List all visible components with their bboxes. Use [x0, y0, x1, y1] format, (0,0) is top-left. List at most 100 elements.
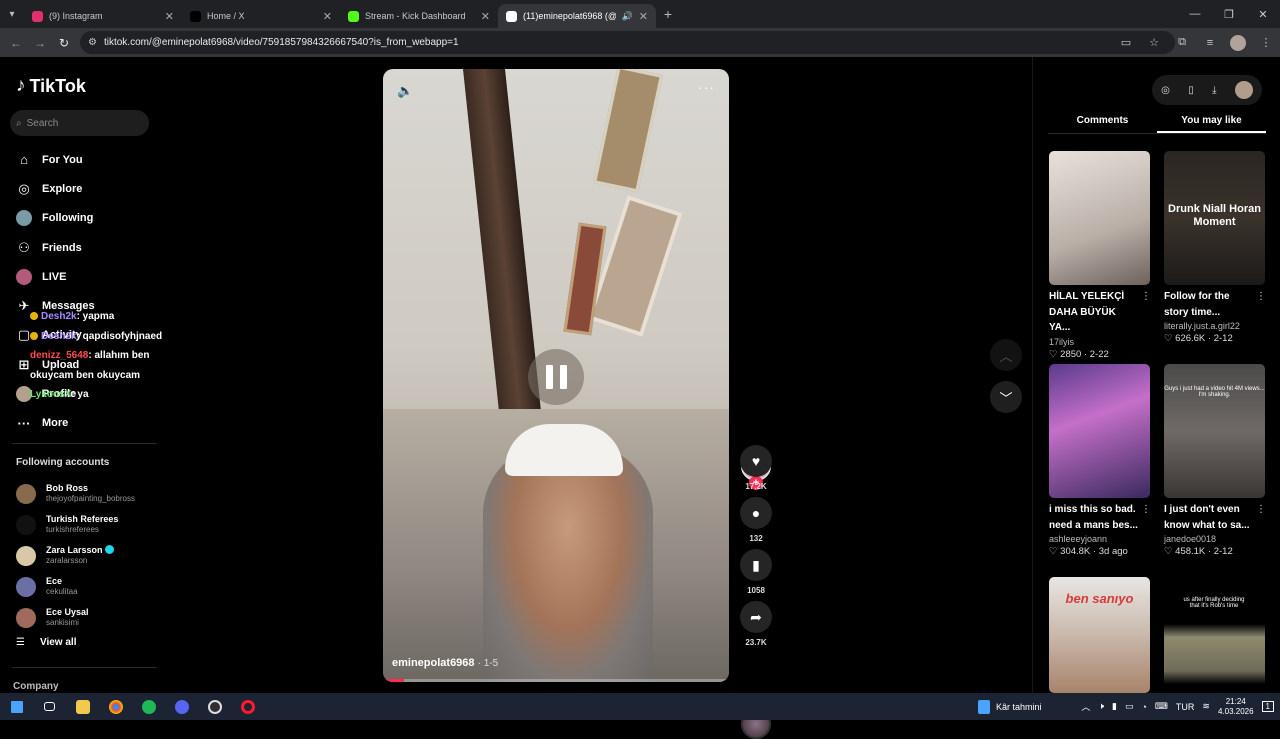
sidebar-item-live[interactable]: LIVE: [16, 262, 166, 291]
restore-icon[interactable]: ❐: [1212, 0, 1246, 28]
bookmark-icon[interactable]: ▮: [740, 549, 772, 581]
download-icon[interactable]: ⤓: [1212, 85, 1216, 96]
reload-icon[interactable]: ↻: [52, 36, 76, 50]
tab-close-icon[interactable]: ✕: [639, 10, 648, 23]
video-thumbnail[interactable]: us after finally deciding that it's Rob'…: [1164, 577, 1265, 711]
share-icon[interactable]: ➦: [740, 601, 772, 633]
start-icon[interactable]: [0, 693, 33, 720]
obs-icon[interactable]: [198, 693, 231, 720]
forward-icon[interactable]: →: [28, 36, 52, 50]
video-progress-bar[interactable]: [383, 679, 729, 682]
tab-search-menu-icon[interactable]: ▾: [0, 4, 24, 24]
new-tab-button[interactable]: +: [656, 6, 680, 22]
keyboard-icon[interactable]: ⌨: [1155, 701, 1168, 712]
clock[interactable]: 21:24 4.03.2026: [1218, 697, 1254, 717]
account-avatar[interactable]: [16, 576, 36, 597]
next-video-button[interactable]: ﹀: [990, 381, 1022, 413]
following-account[interactable]: Ece cekulitaa: [16, 571, 166, 602]
minimize-icon[interactable]: —: [1178, 0, 1212, 28]
following-account[interactable]: Ece Uysal sankisimi: [16, 602, 166, 633]
media-control-icon[interactable]: ≡: [1196, 37, 1224, 49]
video-author[interactable]: janedoe0018: [1164, 534, 1266, 544]
chrome-icon[interactable]: [99, 693, 132, 720]
account-avatar[interactable]: [16, 483, 36, 504]
close-window-icon[interactable]: ✕: [1246, 0, 1280, 28]
browser-tab[interactable]: Stream - Kick Dashboard ✕: [340, 4, 498, 28]
comment-icon[interactable]: ●: [740, 497, 772, 529]
share-action[interactable]: ➦ 23.7K: [740, 601, 772, 647]
video-thumbnail[interactable]: ben sanıyo: [1049, 577, 1150, 693]
speaker-icon[interactable]: 🕨: [1098, 701, 1104, 712]
heart-icon[interactable]: ♥: [740, 445, 772, 477]
video-card[interactable]: Guys i just had a video hit 4M views... …: [1164, 364, 1266, 557]
video-card[interactable]: Drunk Niall Horan Moment Follow for the s…: [1164, 151, 1266, 344]
volume-icon[interactable]: 🔈: [397, 83, 413, 99]
video-card[interactable]: i miss this so bad. need a mans bes... ⋮ a…: [1049, 364, 1151, 557]
video-card[interactable]: HİLAL YELEKÇİ DAHA BÜYÜK YA... ⋮ 17ilyis ♡ …: [1049, 151, 1151, 360]
sidebar-item-for you[interactable]: ⌂ For You: [16, 145, 166, 174]
network-icon[interactable]: ◔: [1141, 702, 1146, 712]
save-action[interactable]: ▮ 1058: [740, 549, 772, 595]
sidebar-item-friends[interactable]: ⚇ Friends: [16, 233, 166, 262]
tiktok-logo[interactable]: ♪ TikTok: [16, 75, 86, 97]
card-more-icon[interactable]: ⋮: [1141, 504, 1151, 515]
sidebar-item-following[interactable]: Following: [16, 204, 166, 233]
account-avatar[interactable]: [16, 514, 36, 535]
video-author[interactable]: ashleeeyjoann: [1049, 534, 1151, 544]
discord-icon[interactable]: [165, 693, 198, 720]
video-author[interactable]: 17ilyis: [1049, 337, 1151, 347]
company-link[interactable]: Company: [13, 681, 59, 692]
tab-you-may-like[interactable]: You may like: [1157, 112, 1266, 133]
browser-tab[interactable]: (11)eminepolat6968 (@emi 🔊 ✕: [498, 4, 656, 28]
search-input[interactable]: ⌕ Search: [10, 110, 149, 136]
extensions-icon[interactable]: ⧉: [1168, 36, 1196, 49]
weather-widget[interactable]: Kâr tahmini: [978, 693, 1042, 720]
video-title[interactable]: Follow for the story time...: [1164, 289, 1254, 320]
user-avatar[interactable]: [1234, 81, 1253, 99]
pause-button[interactable]: [528, 349, 584, 405]
tray-chevron-icon[interactable]: ︿: [1081, 700, 1090, 713]
browser-tab[interactable]: Home / X ✕: [182, 4, 340, 28]
account-avatar[interactable]: [16, 607, 36, 628]
task-view-icon[interactable]: [33, 693, 66, 720]
following-account[interactable]: Bob Ross thejoyofpainting_bobross: [16, 478, 166, 509]
browser-tab[interactable]: (9) Instagram ✕: [24, 4, 182, 28]
coin-icon[interactable]: ◎: [1161, 85, 1170, 96]
cast-icon[interactable]: ▭: [1112, 36, 1140, 49]
account-avatar[interactable]: [16, 545, 36, 566]
video-author[interactable]: literally.just.a.girl22: [1164, 321, 1266, 331]
video-thumbnail[interactable]: Drunk Niall Horan Moment: [1164, 151, 1265, 285]
language-indicator[interactable]: TUR: [1176, 702, 1195, 712]
video-card[interactable]: us after finally deciding that it's Rob'…: [1164, 577, 1266, 711]
video-thumbnail[interactable]: [1049, 151, 1150, 285]
video-more-icon[interactable]: ···: [698, 79, 715, 95]
card-more-icon[interactable]: ⋮: [1256, 291, 1266, 302]
following-account[interactable]: Zara Larsson zaralarsson: [16, 540, 166, 571]
video-title[interactable]: i miss this so bad. need a mans bes...: [1049, 502, 1139, 533]
view-all-link[interactable]: ☰ View all: [16, 637, 76, 648]
file-explorer-icon[interactable]: [66, 693, 99, 720]
tab-comments[interactable]: Comments: [1048, 112, 1157, 133]
video-author[interactable]: eminepolat6968 · 1-5: [392, 657, 498, 669]
browser-menu-icon[interactable]: ⋮: [1252, 36, 1280, 49]
following-account[interactable]: Turkish Referees turkishreferees: [16, 509, 166, 540]
notification-icon[interactable]: 1: [1261, 701, 1274, 712]
comment-action[interactable]: ● 132: [740, 497, 772, 543]
video-player[interactable]: 🔈 ··· eminepolat6968 · 1-5: [383, 69, 729, 682]
tab-close-icon[interactable]: ✕: [323, 10, 332, 23]
back-icon[interactable]: ←: [4, 36, 28, 50]
video-thumbnail[interactable]: Guys i just had a video hit 4M views... …: [1164, 364, 1265, 498]
card-more-icon[interactable]: ⋮: [1256, 504, 1266, 515]
spotify-icon[interactable]: [132, 693, 165, 720]
bookmark-star-icon[interactable]: ☆: [1140, 36, 1168, 49]
battery-icon[interactable]: ▭: [1125, 701, 1134, 712]
sidebar-item-explore[interactable]: ◎ Explore: [16, 174, 166, 203]
video-card[interactable]: ben sanıyo: [1049, 577, 1151, 693]
card-more-icon[interactable]: ⋮: [1141, 291, 1151, 302]
mic-icon[interactable]: ▮: [1112, 701, 1117, 712]
like-action[interactable]: ♥ 17.2K: [740, 445, 772, 491]
previous-video-button[interactable]: ︿: [990, 339, 1022, 371]
video-title[interactable]: HİLAL YELEKÇİ DAHA BÜYÜK YA...: [1049, 289, 1139, 336]
tab-close-icon[interactable]: ✕: [481, 10, 490, 23]
url-field[interactable]: ⚙ tiktok.com/@eminepolat6968/video/75918…: [80, 31, 1175, 54]
